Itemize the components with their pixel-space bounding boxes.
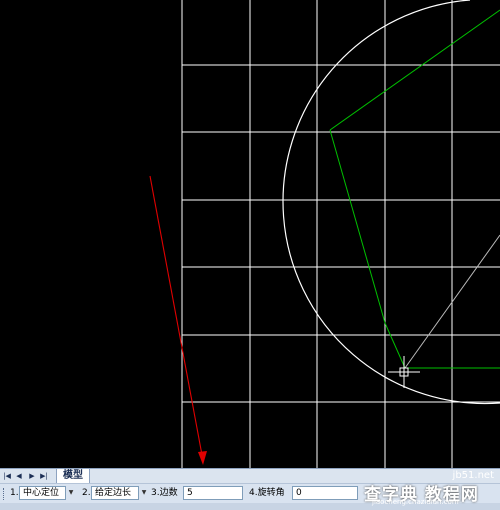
rotation-angle-label: 4.旋转角 <box>249 488 285 498</box>
side-length-select[interactable]: 给定边长 <box>91 486 139 500</box>
watermark-url: jiaocheng.chazidian.com <box>372 498 459 506</box>
rotation-angle-input[interactable]: 0 <box>292 486 358 500</box>
chevron-down-icon[interactable]: ▼ <box>139 486 149 500</box>
prev-tab-icon[interactable]: ◀ <box>14 471 24 481</box>
site-watermark: jb51.net 查字典 教程网 jiaocheng.chazidian.com <box>358 470 500 510</box>
tab-model[interactable]: 模型 <box>56 469 90 484</box>
side-count-input[interactable]: 5 <box>183 486 243 500</box>
chevron-down-icon[interactable]: ▼ <box>66 486 76 500</box>
toolbar-grip[interactable] <box>3 488 6 500</box>
side-count-label: 3.边数 <box>151 488 178 498</box>
field-1-label: 1. <box>10 488 19 498</box>
drawing-canvas[interactable] <box>0 0 500 468</box>
field-2-label: 2. <box>82 488 91 498</box>
last-tab-icon[interactable]: ▶| <box>39 471 49 481</box>
first-tab-icon[interactable]: |◀ <box>2 471 12 481</box>
center-position-select[interactable]: 中心定位 <box>19 486 66 500</box>
next-tab-icon[interactable]: ▶ <box>27 471 37 481</box>
